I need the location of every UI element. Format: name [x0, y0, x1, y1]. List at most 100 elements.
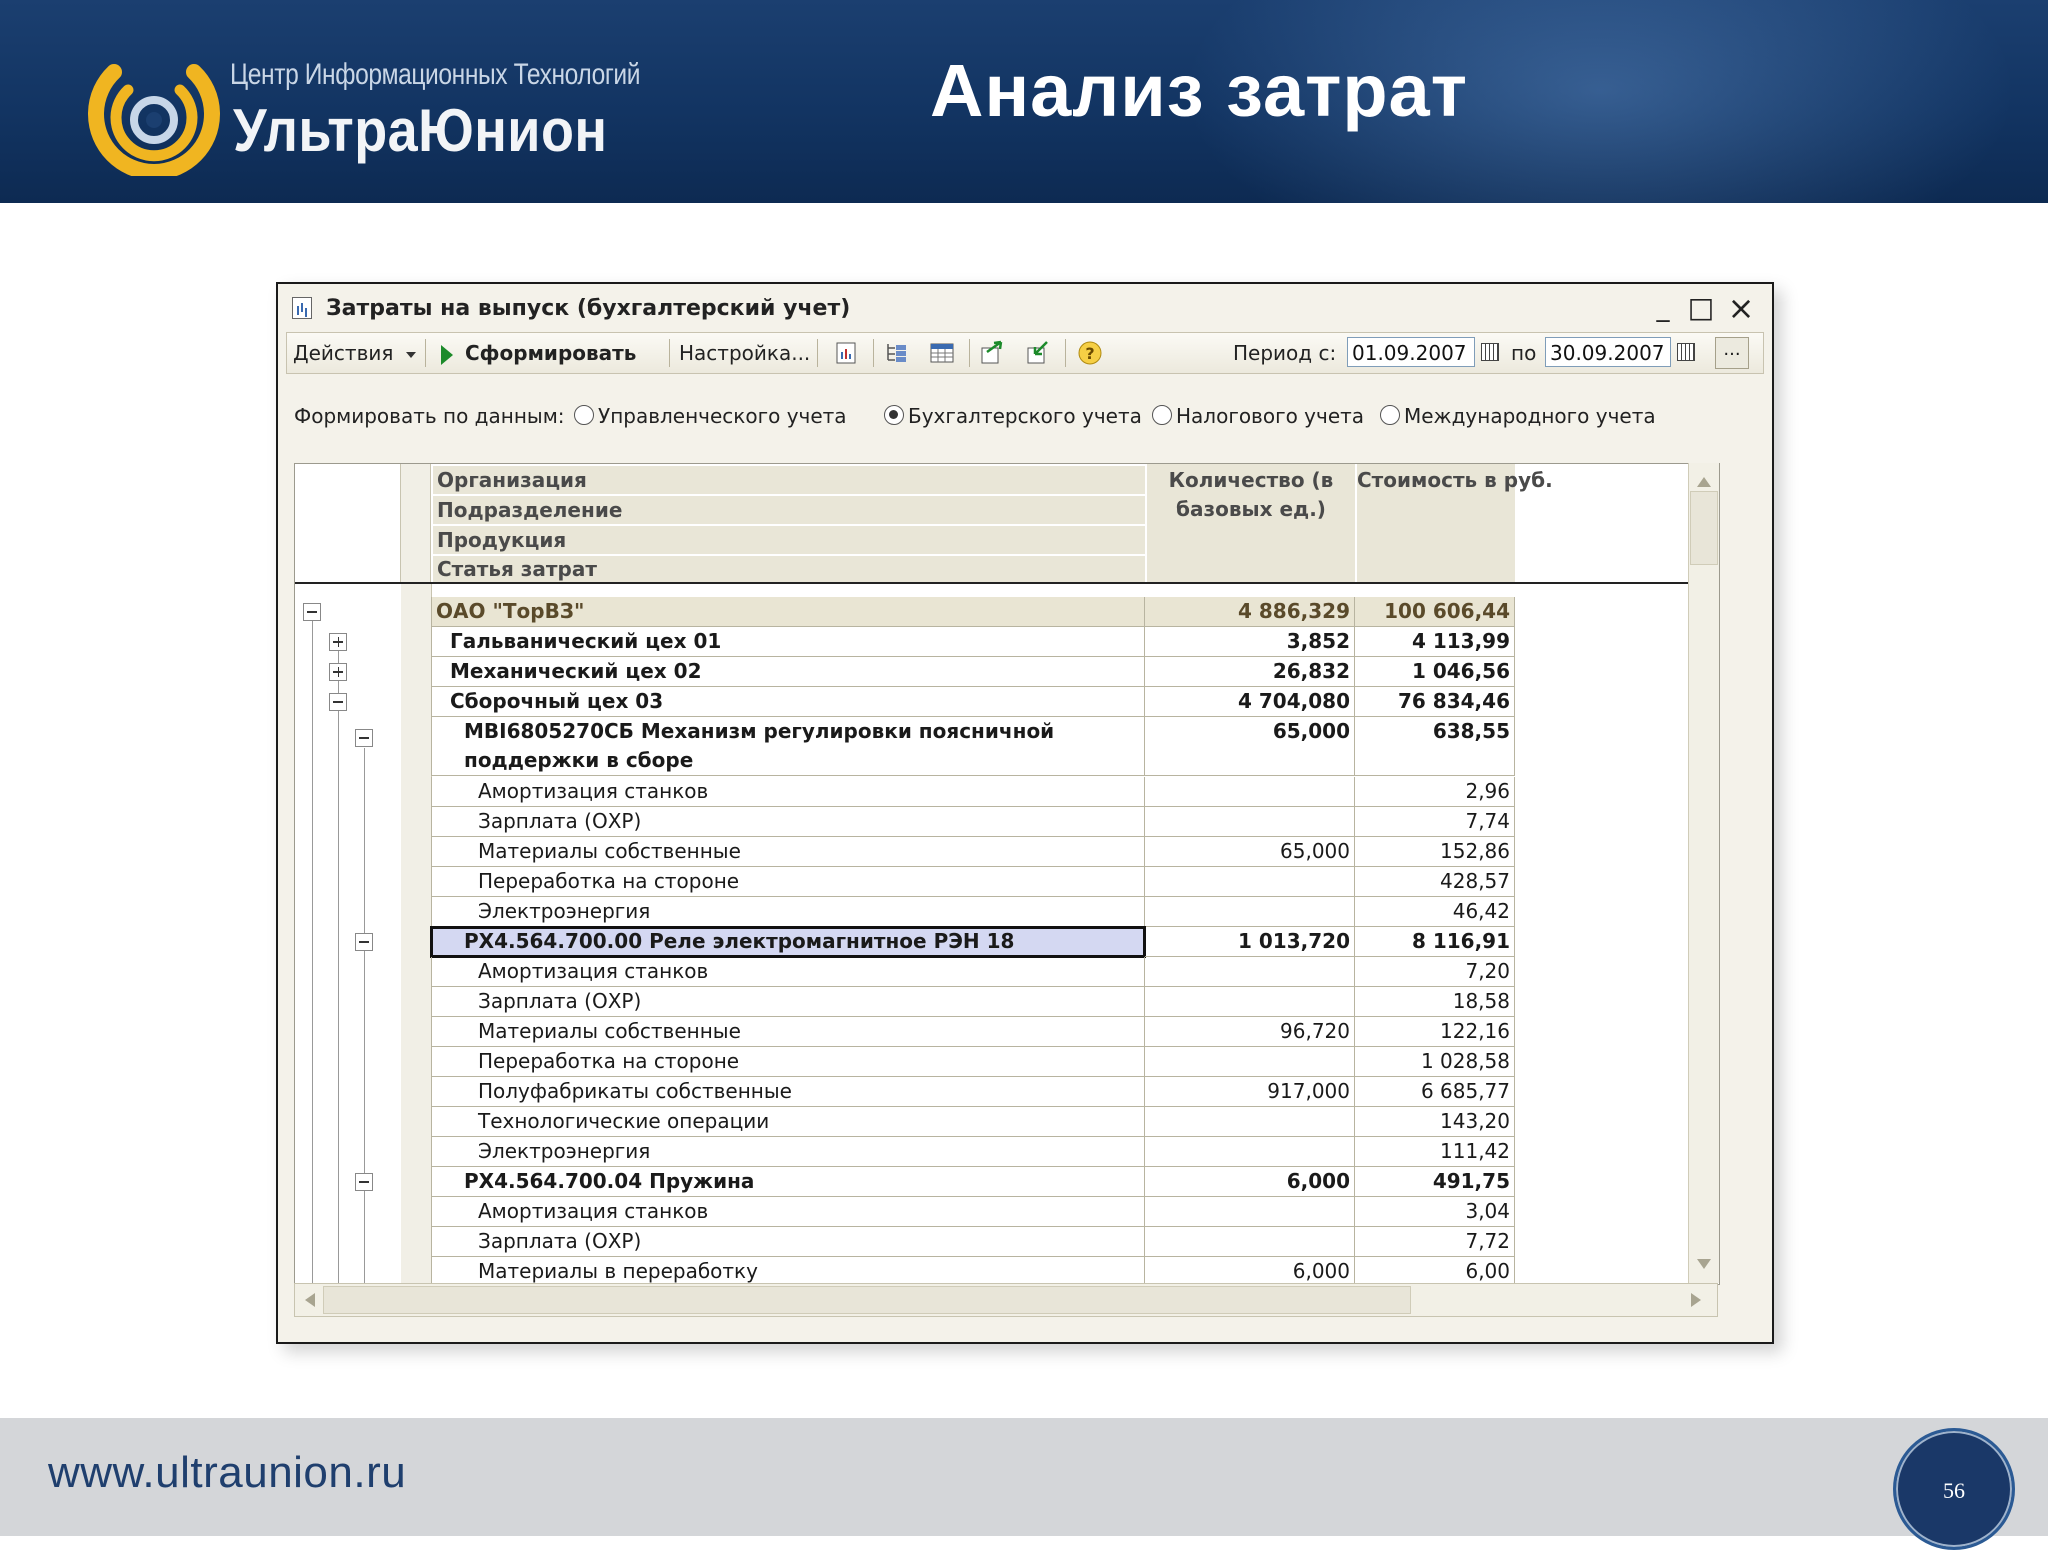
table-row[interactable]: Механический цех 02 26,832 1 046,56 [431, 657, 1515, 687]
calendar-icon[interactable] [1673, 338, 1699, 366]
scroll-down-icon[interactable] [1697, 1259, 1711, 1269]
table-row[interactable]: ОАО "ТорВЗ" 4 886,329 100 606,44 [431, 597, 1515, 627]
row-name: Зарплата (ОХР) [431, 807, 1145, 837]
row-quantity: 65,000 [1145, 717, 1355, 776]
toolbar-separator [969, 339, 970, 367]
slide-header: Центр Информационных Технологий УльтраЮн… [0, 0, 2048, 203]
window-titlebar[interactable]: Затраты на выпуск (бухгалтерский учет) _… [286, 292, 1764, 324]
row-name: Механический цех 02 [431, 657, 1145, 687]
table-row[interactable]: Материалы собственные 96,720 122,16 [431, 1017, 1515, 1047]
header-quantity-line2: базовых ед.) [1176, 497, 1326, 521]
table-row[interactable]: Электроэнергия 111,42 [431, 1137, 1515, 1167]
row-name: Материалы собственные [431, 1017, 1145, 1047]
toolbar-separator [425, 339, 426, 367]
actions-label: Действия [293, 341, 394, 365]
generate-button[interactable]: Сформировать [441, 339, 636, 367]
table-row[interactable]: Зарплата (ОХР) 7,72 [431, 1227, 1515, 1257]
scroll-thumb[interactable] [1690, 491, 1718, 565]
toolbar-separator [669, 339, 670, 367]
horizontal-scrollbar[interactable] [294, 1283, 1718, 1317]
header-cost-item: Статья затрат [433, 556, 1145, 582]
scroll-left-icon[interactable] [305, 1293, 315, 1307]
radio-management[interactable] [574, 405, 594, 425]
play-icon [441, 344, 453, 365]
row-name: Полуфабрикаты собственные [431, 1077, 1145, 1107]
table-row[interactable]: Переработка на стороне 1 028,58 [431, 1047, 1515, 1077]
radio-accounting-label[interactable]: Бухгалтерского учета [908, 402, 1142, 430]
settings-button[interactable]: Настройка... [679, 339, 810, 367]
help-icon[interactable]: ? [1077, 340, 1103, 366]
table-row[interactable]: Сборочный цех 03 4 704,080 76 834,46 [431, 687, 1515, 717]
radio-accounting[interactable] [884, 405, 904, 425]
vertical-scrollbar[interactable] [1688, 463, 1719, 1283]
collapse-icon[interactable] [355, 933, 373, 951]
expand-icon[interactable] [329, 633, 347, 651]
export-icon[interactable] [979, 340, 1005, 366]
scroll-thumb[interactable] [323, 1286, 1411, 1314]
radio-international[interactable] [1380, 405, 1400, 425]
minimize-button[interactable]: _ [1648, 294, 1678, 322]
row-quantity [1145, 1047, 1355, 1077]
row-quantity [1145, 777, 1355, 807]
toolbar-separator [1065, 339, 1066, 367]
table-row[interactable]: Амортизация станков 3,04 [431, 1197, 1515, 1227]
close-button[interactable]: × [1726, 292, 1756, 324]
table-row[interactable]: Электроэнергия 46,42 [431, 897, 1515, 927]
collapse-icon[interactable] [355, 729, 373, 747]
table-row[interactable]: Амортизация станков 7,20 [431, 957, 1515, 987]
row-quantity: 26,832 [1145, 657, 1355, 687]
period-to-input[interactable]: 30.09.2007 [1545, 337, 1671, 367]
radio-tax[interactable] [1152, 405, 1172, 425]
period-to-label: по [1511, 341, 1537, 365]
table-row[interactable]: Технологические операции 143,20 [431, 1107, 1515, 1137]
logo-name: УльтраЮнион [233, 97, 608, 164]
expand-icon[interactable] [329, 663, 347, 681]
tree-line [338, 649, 339, 1284]
calendar-icon[interactable] [1477, 338, 1503, 366]
table-icon[interactable] [929, 340, 955, 366]
row-cost: 111,42 [1355, 1137, 1515, 1167]
row-cost: 2,96 [1355, 777, 1515, 807]
collapse-icon[interactable] [303, 603, 321, 621]
data-source-selector: Формировать по данным: Управленческого у… [294, 402, 1754, 432]
table-row[interactable]: Полуфабрикаты собственные 917,000 6 685,77 [431, 1077, 1515, 1107]
radio-management-label[interactable]: Управленческого учета [598, 402, 847, 430]
table-row[interactable]: РХ4.564.700.00 Реле электромагнитное РЭН… [430, 926, 1515, 958]
table-row[interactable]: РХ4.564.700.04 Пружина 6,000 491,75 [431, 1167, 1515, 1197]
collapse-icon[interactable] [329, 693, 347, 711]
period-from-input[interactable]: 01.09.2007 [1347, 337, 1475, 367]
report-icon[interactable] [833, 340, 859, 366]
table-row[interactable]: Зарплата (ОХР) 18,58 [431, 987, 1515, 1017]
report-grid[interactable]: Организация Подразделение Продукция Стат… [294, 463, 1720, 1285]
actions-menu[interactable]: Действия [293, 339, 416, 367]
website-url: www.ultraunion.ru [48, 1448, 407, 1497]
maximize-button[interactable]: □ [1686, 294, 1716, 322]
table-row[interactable]: Материалы собственные 65,000 152,86 [431, 837, 1515, 867]
header-organization: Организация [433, 466, 1145, 494]
table-row[interactable]: Амортизация станков 2,96 [431, 777, 1515, 807]
row-cost: 428,57 [1355, 867, 1515, 897]
collapse-icon[interactable] [355, 1173, 373, 1191]
radio-tax-label[interactable]: Налогового учета [1176, 402, 1364, 430]
import-icon[interactable] [1025, 340, 1051, 366]
tree-icon[interactable] [883, 340, 909, 366]
header-department: Подразделение [433, 496, 1145, 524]
table-row[interactable]: Переработка на стороне 428,57 [431, 867, 1515, 897]
row-cost: 152,86 [1355, 837, 1515, 867]
row-cost: 6,00 [1355, 1257, 1515, 1284]
row-name: РХ4.564.700.00 Реле электромагнитное РЭН… [430, 926, 1146, 958]
logo-icon [88, 64, 220, 176]
scroll-right-icon[interactable] [1691, 1293, 1701, 1307]
chevron-down-icon [405, 351, 416, 358]
scroll-up-icon[interactable] [1697, 477, 1711, 487]
table-row[interactable]: МВІ6805270СБ Механизм регулировки поясни… [431, 717, 1515, 776]
row-quantity [1145, 1137, 1355, 1167]
table-row[interactable]: Зарплата (ОХР) 7,74 [431, 807, 1515, 837]
table-row[interactable]: Материалы в переработку 6,000 6,00 [431, 1257, 1515, 1284]
row-name: Зарплата (ОХР) [431, 1227, 1145, 1257]
period-select-button[interactable]: ... [1715, 337, 1749, 369]
tree-line [312, 615, 313, 1284]
radio-international-label[interactable]: Международного учета [1404, 402, 1656, 430]
period-from-label: Период с: [1233, 341, 1337, 365]
table-row[interactable]: Гальванический цех 01 3,852 4 113,99 [431, 627, 1515, 657]
